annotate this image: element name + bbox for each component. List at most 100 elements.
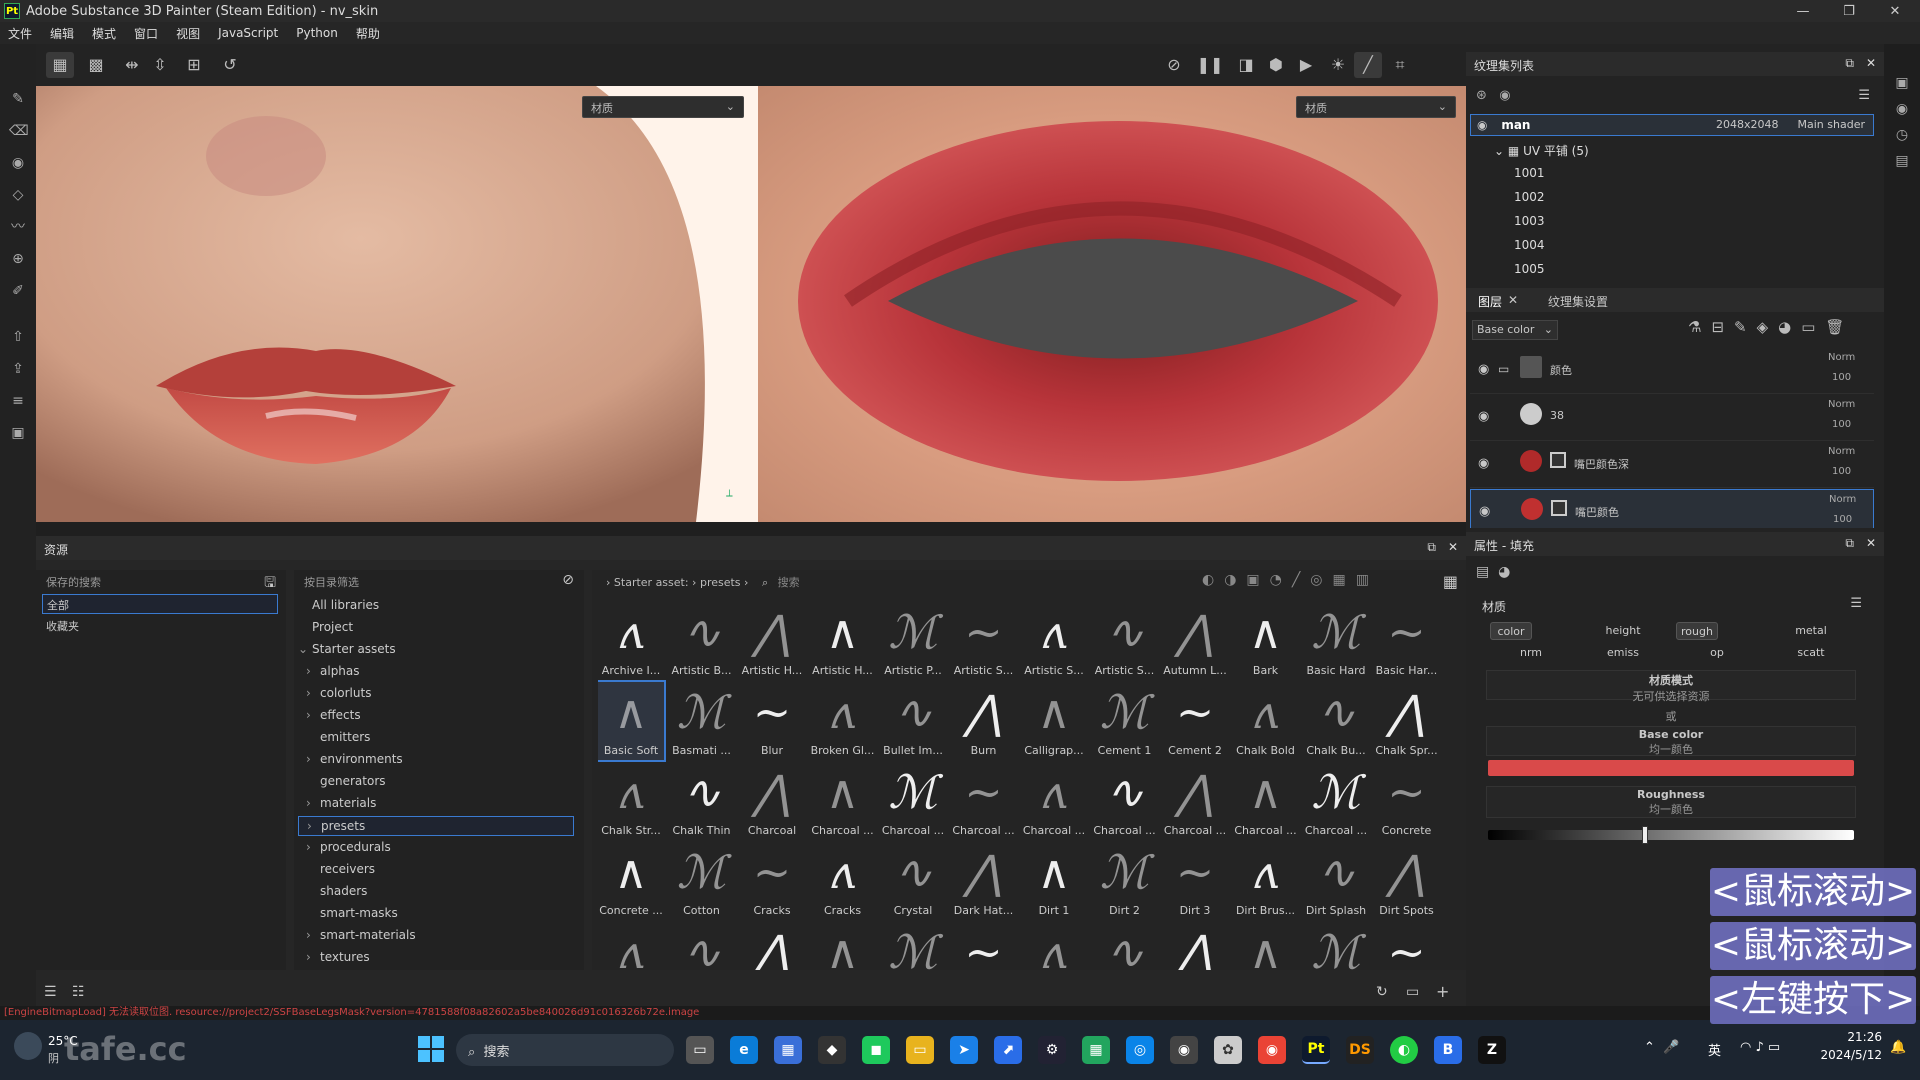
tree-item[interactable]: ⌄ Starter assets [298,642,396,656]
tree-item[interactable]: › presets [298,816,574,836]
menu-mode[interactable]: 模式 [92,25,116,42]
asset-thumbnail[interactable]: ʌ Broken Gl... [810,682,876,760]
layers-icon[interactable]: ≡ [9,392,27,410]
asset-thumbnail[interactable]: ⋀ Dark Hat... [951,842,1017,920]
display-settings-icon[interactable]: ▣ [1893,74,1911,92]
uv-tile-item[interactable]: 1003 [1474,210,1874,234]
tree-item[interactable]: › procedurals [306,840,391,854]
asset-thumbnail[interactable]: ℳ Cement 1 [1092,682,1158,760]
tray-icons[interactable]: ⌃ 🎤 [1644,1040,1679,1055]
painter-icon[interactable]: Pt [1302,1036,1330,1064]
shader-settings-icon[interactable]: ◉ [1893,100,1911,118]
viewport-3d-material-select[interactable]: 材质 ⌄ [582,96,744,118]
tree-item[interactable]: › environments [306,752,403,766]
chrome-icon[interactable]: ◉ [1258,1036,1286,1064]
asset-thumbnail[interactable]: ~ [951,922,1017,970]
menu-window[interactable]: 窗口 [134,25,158,42]
tree-item[interactable]: Project [298,620,353,634]
polygon-fill-icon[interactable]: ◇ [9,186,27,204]
asset-thumbnail[interactable]: ∿ Crystal [880,842,946,920]
layer-blend-mode[interactable]: Norm [1829,494,1856,505]
viewport-3d[interactable]: ⟂ 材质 ⌄ [36,86,758,522]
tree-item[interactable]: All libraries [298,598,379,612]
github-icon[interactable]: ◉ [1170,1036,1198,1064]
tree-item[interactable]: receivers [306,862,375,876]
asset-thumbnail[interactable]: ʌ Chalk Str... [598,762,664,840]
asset-thumbnail[interactable]: ~ Cement 2 [1162,682,1228,760]
asset-thumbnail[interactable]: ~ Cracks [739,842,805,920]
clock-time[interactable]: 21:26 [1818,1030,1882,1044]
chevron-icon[interactable]: › [306,950,320,964]
close-panel-icon[interactable]: ✕ [1866,536,1876,550]
menu-javascript[interactable]: JavaScript [218,26,278,40]
layer-row[interactable]: ◉ 嘴巴颜色 Norm 100 [1470,489,1874,528]
symmetry-y-icon[interactable]: ⇳ [146,52,174,78]
properties-tab-icons[interactable]: ▤ ◕ [1476,564,1510,580]
asset-thumbnail[interactable]: ∿ [1092,922,1158,970]
maximize-icon[interactable]: ❐ [1826,0,1872,22]
split-view-icon[interactable]: ◨ [1232,52,1260,78]
hide-filter-icon[interactable]: ⊘ [562,572,574,588]
network-volume-icons[interactable]: ◠ ♪ ▭ [1740,1040,1780,1055]
tab-layers[interactable]: 图层 [1478,293,1502,310]
chevron-icon[interactable]: › [306,752,320,766]
asset-thumbnail[interactable]: ⋀ Autumn L... [1162,602,1228,680]
light-icon[interactable]: ☀ [1324,52,1352,78]
filter-icons[interactable]: ◐◑▣◔╱◎▦▥ [1202,572,1379,588]
brush-mode-icon[interactable]: ╱ [1354,52,1382,78]
asset-thumbnail[interactable]: ⋀ Dirt Spots [1374,842,1440,920]
channel-toggle-nrm[interactable]: nrm [1486,644,1576,662]
asset-thumbnail[interactable]: ∧ Artistic H... [810,602,876,680]
search-input[interactable]: 搜索 [778,576,800,589]
asset-thumbnail[interactable]: ~ Basic Har... [1374,602,1440,680]
menu-view[interactable]: 视图 [176,25,200,42]
asset-thumbnail[interactable]: ℳ [880,922,946,970]
asset-thumbnail[interactable]: ~ Concrete [1374,762,1440,840]
material-mode-box[interactable]: 材质模式 无可供选择资源 [1486,670,1856,703]
menu-file[interactable]: 文件 [8,25,32,42]
close-icon[interactable]: ✕ [1872,0,1918,22]
add-icon[interactable]: ⊞ [180,52,208,78]
asset-thumbnail[interactable]: ʌ Dirt Brus... [1233,842,1299,920]
asset-thumbnail[interactable]: ⋀ Burn [951,682,1017,760]
refresh-icon[interactable]: ↻ [1376,984,1388,1000]
asset-thumbnail[interactable]: ∧ Charcoal ... [1233,762,1299,840]
menu-edit[interactable]: 编辑 [50,25,74,42]
task-view-icon[interactable]: ▭ [686,1036,714,1064]
asset-thumbnail[interactable]: ∧ [810,922,876,970]
tree-item[interactable]: › smart-materials [306,928,416,942]
add-asset-icon[interactable]: + [1436,982,1449,1001]
tree-item[interactable]: › colorluts [306,686,371,700]
asset-thumbnail[interactable]: ⋀ Charcoal ... [1162,762,1228,840]
windows-start-icon[interactable] [418,1036,444,1062]
channel-toggle-metal[interactable]: metal [1766,622,1856,640]
asset-thumbnail[interactable]: ℳ Artistic P... [880,602,946,680]
tree-item[interactable]: › textures [306,950,370,964]
chevron-icon[interactable]: › [307,819,321,833]
asset-thumbnail[interactable]: ℳ Cotton [669,842,735,920]
list-view-icon[interactable]: ☰ [44,984,57,1000]
asset-thumbnail[interactable]: ʌ Chalk Bold [1233,682,1299,760]
menu-help[interactable]: 帮助 [356,25,380,42]
uv-tile-item[interactable]: 1002 [1474,186,1874,210]
chevron-icon[interactable]: › [306,686,320,700]
layer-row[interactable]: ◉ 嘴巴颜色深 Norm 100 [1470,442,1874,488]
channel-toggle-op[interactable]: op [1672,644,1762,662]
taskbar-search[interactable]: ⌕ 搜索 [456,1034,674,1066]
close-panel-icon[interactable]: ✕ [1448,540,1458,554]
asset-thumbnail[interactable]: ʌ [598,922,664,970]
saved-item-all[interactable]: 全部 [42,594,278,614]
asset-thumbnail[interactable]: ℳ Basic Hard [1303,602,1369,680]
layer-row[interactable]: ◉ ▭ 颜色 Norm 100 [1470,348,1874,394]
grid-layout-icon[interactable]: ▦ [1443,572,1458,591]
asset-thumbnail[interactable]: ∿ Chalk Thin [669,762,735,840]
chevron-icon[interactable]: ⌄ [298,642,312,656]
asset-thumbnail[interactable]: ~ Dirt 3 [1162,842,1228,920]
tab-texture-set-settings[interactable]: 纹理集设置 [1548,293,1608,310]
chevron-icon[interactable]: › [306,708,320,722]
asset-thumbnail[interactable]: ⋀ Artistic H... [739,602,805,680]
log-icon[interactable]: ▤ [1893,152,1911,170]
uv-tile-item[interactable]: 1004 [1474,234,1874,258]
clock-date[interactable]: 2024/5/12 [1818,1048,1882,1062]
layer-row[interactable]: ◉ 38 Norm 100 [1470,395,1874,441]
